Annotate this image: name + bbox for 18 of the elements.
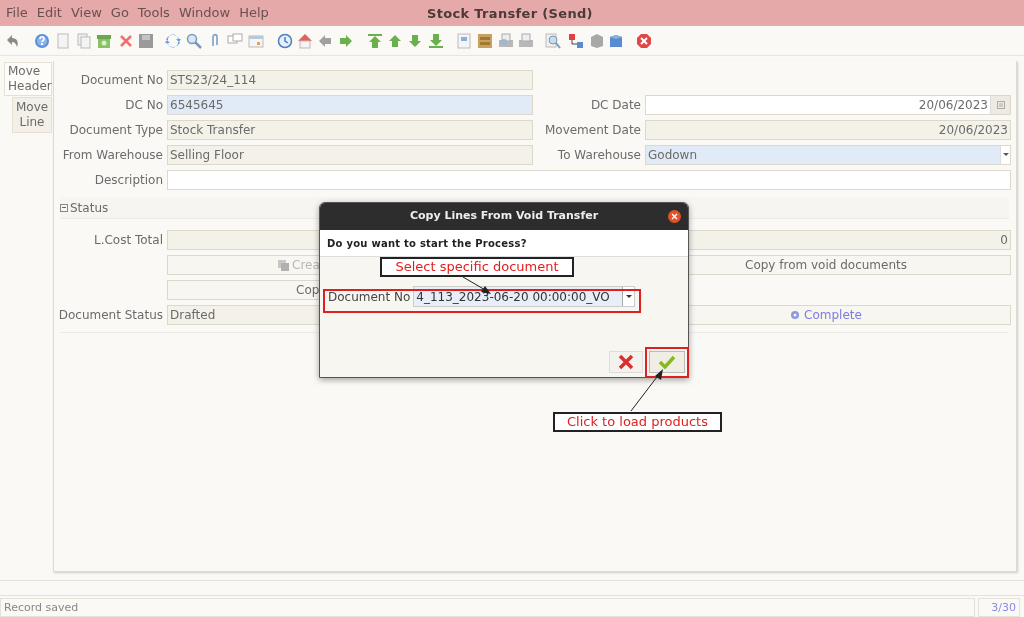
callout-label: Click to load products: [553, 412, 722, 432]
window-title: Stock Transfer (Send): [427, 5, 593, 23]
record-counter: 3/30: [978, 598, 1020, 617]
field-label: DC No: [125, 98, 163, 112]
field-label: L.Cost Total: [93, 233, 163, 247]
field-label: Document Type: [69, 123, 163, 137]
field-label: Description: [94, 173, 163, 187]
field-label: Document Status: [58, 308, 163, 322]
field-label: Document No: [328, 288, 411, 306]
field-label: To Warehouse: [557, 148, 641, 162]
dialog-title: Copy Lines From Void Transfer: [409, 208, 599, 225]
field-label: Document No: [80, 73, 163, 87]
callout-label: Select specific document: [380, 257, 574, 277]
field-label: Movement Date: [544, 123, 641, 137]
dialog-question: Do you want to start the Process?: [327, 236, 527, 251]
status-message: Record saved: [0, 598, 975, 617]
field-label: DC Date: [590, 98, 641, 112]
field-label: From Warehouse: [62, 148, 163, 162]
